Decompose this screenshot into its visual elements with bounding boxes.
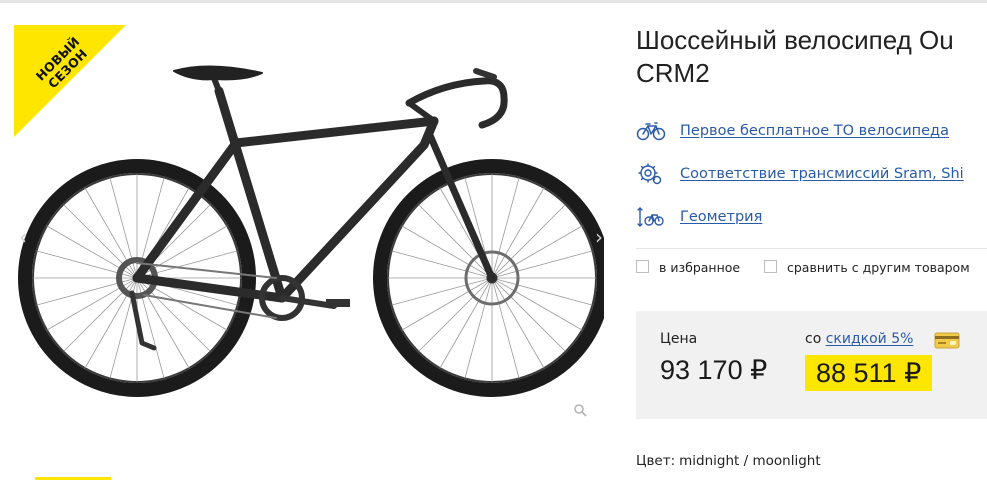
feature-free-service[interactable]: Первое бесплатное ТО велосипеда: [636, 117, 987, 160]
color-row: Цвет: midnight / moonlight: [636, 453, 821, 469]
gallery-next-arrow-icon[interactable]: ›: [590, 225, 608, 249]
favorite-checkbox-box[interactable]: [636, 260, 649, 273]
regular-price: 93 170 ₽: [660, 355, 768, 385]
feature-link-geometry[interactable]: Геометрия: [680, 209, 762, 225]
feature-geometry[interactable]: Геометрия: [636, 203, 987, 246]
price-label: Цена: [660, 331, 698, 347]
color-value: midnight / moonlight: [679, 453, 821, 469]
product-gallery[interactable]: НОВЫЙ СЕЗОН ‹ ›: [0, 3, 615, 480]
feature-links: Первое бесплатное ТО велосипеда Соответс…: [636, 117, 987, 246]
favorite-label[interactable]: в избранное: [659, 260, 740, 275]
color-label: Цвет:: [636, 453, 676, 469]
discount-link[interactable]: скидкой 5%: [826, 331, 914, 347]
feature-transmission[interactable]: Соответствие трансмиссий Sram, Shi: [636, 160, 987, 203]
product-title-line-2: CRM2: [636, 58, 710, 88]
product-actions: в избранное сравнить с другим товаром: [636, 259, 987, 279]
discount-prefix: со: [805, 331, 822, 347]
zoom-icon[interactable]: [573, 403, 587, 417]
discount-price: 88 511 ₽: [805, 355, 933, 391]
geometry-icon: [637, 207, 664, 227]
bicycle-icon: [636, 122, 666, 141]
section-divider: [636, 248, 987, 249]
discount-label: со скидкой 5%: [805, 331, 913, 347]
product-title-line-1: Шоссейный велосипед Ou: [636, 25, 954, 55]
compare-label[interactable]: сравнить с другим товаром: [787, 260, 970, 275]
product-title: Шоссейный велосипед Ou CRM2: [636, 24, 987, 94]
price-block: Цена 93 170 ₽ со скидкой 5% 88 511 ₽: [636, 311, 987, 419]
new-season-badge: НОВЫЙ СЕЗОН: [14, 25, 126, 137]
gear-icon: [638, 163, 662, 185]
feature-link-free-service[interactable]: Первое бесплатное ТО велосипеда: [680, 123, 949, 139]
feature-link-transmission[interactable]: Соответствие трансмиссий Sram, Shi: [680, 166, 964, 182]
card-payment-icon[interactable]: [934, 331, 960, 349]
compare-checkbox-box[interactable]: [764, 260, 777, 273]
gallery-prev-arrow-icon[interactable]: ‹: [14, 225, 32, 249]
